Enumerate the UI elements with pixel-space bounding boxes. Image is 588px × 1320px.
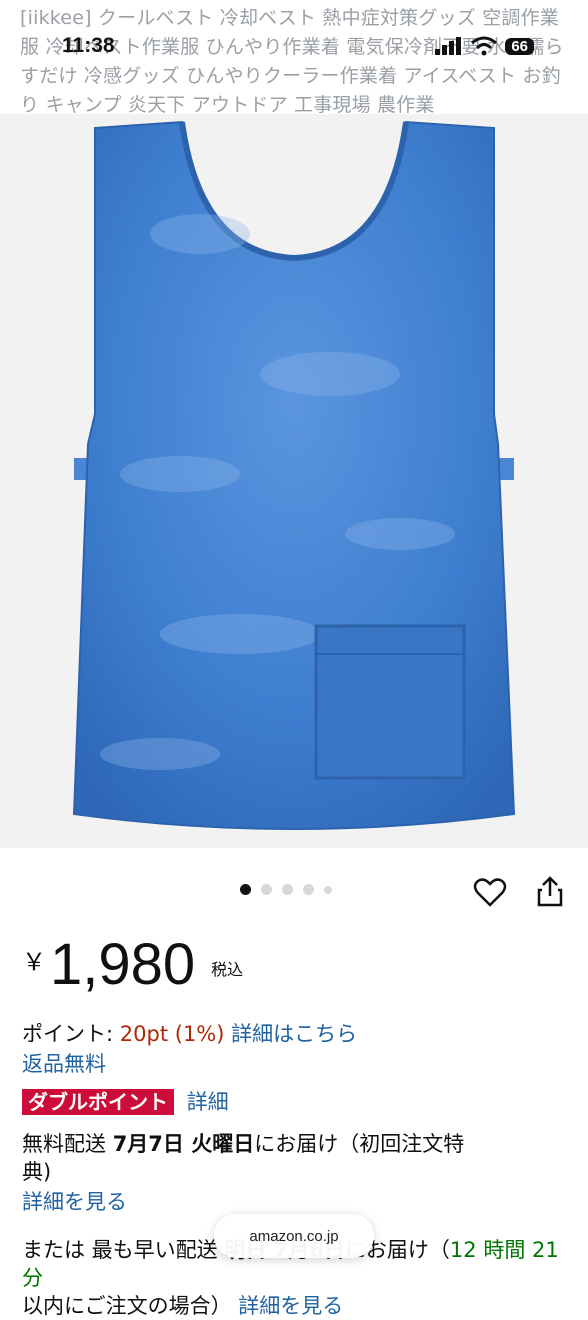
points-label: ポイント:: [22, 1022, 114, 1046]
fast-delivery-suffix-2: 以内にご注文の場合）: [22, 1294, 232, 1318]
fast-delivery-details-link[interactable]: 詳細を見る: [238, 1294, 343, 1318]
share-icon: [537, 876, 563, 907]
delivery-details-link[interactable]: 詳細を見る: [22, 1188, 127, 1216]
signal-icon: [435, 37, 462, 55]
image-pager[interactable]: [240, 884, 332, 895]
share-button[interactable]: [532, 874, 568, 910]
pager-dot[interactable]: [303, 884, 314, 895]
delivery-suffix: にお届け（初回注文特: [254, 1132, 465, 1156]
double-point-badge: ダブルポイント: [22, 1089, 174, 1115]
heart-icon: [473, 878, 507, 907]
points-percent: (1%): [174, 1022, 225, 1046]
free-returns-link[interactable]: 返品無料: [22, 1050, 106, 1078]
tax-label: 税込: [211, 960, 244, 979]
currency-symbol: ￥: [22, 948, 46, 976]
points-row: ポイント: 20pt (1%) 詳細はこちら: [22, 1020, 357, 1048]
delivery-prefix: 無料配送: [22, 1132, 106, 1156]
fast-delivery-prefix: または 最も早い配送: [22, 1238, 218, 1262]
double-point-row: ダブルポイント 詳細: [22, 1088, 229, 1116]
double-point-details-link[interactable]: 詳細: [187, 1090, 229, 1114]
cooling-vest-image: [72, 120, 516, 830]
delivery-date: 7月7日 火曜日: [112, 1132, 255, 1156]
points-value: 20pt: [119, 1022, 169, 1046]
pager-dot[interactable]: [282, 884, 293, 895]
price-amount: 1,980: [50, 932, 196, 997]
wishlist-button[interactable]: [472, 874, 508, 910]
wifi-icon: [471, 36, 498, 56]
status-time: 11:38: [62, 34, 115, 57]
pager-dot[interactable]: [261, 884, 272, 895]
delivery-info: 無料配送 7月7日 火曜日にお届け（初回注文特 典): [22, 1130, 566, 1186]
points-details-link[interactable]: 詳細はこちら: [231, 1022, 357, 1046]
browser-url-bar[interactable]: amazon.co.jp: [214, 1214, 374, 1258]
product-image[interactable]: [0, 114, 588, 848]
delivery-suffix-2: 典): [22, 1160, 52, 1184]
price-block: ￥ 1,980 税込: [22, 930, 243, 1000]
product-title: [iikkee] クールベスト 冷却ベスト 熱中症対策グッズ 空調作業服 冷却ベ…: [20, 7, 564, 116]
status-indicators: 66: [435, 36, 534, 56]
pager-dot[interactable]: [324, 885, 332, 894]
pager-dot[interactable]: [240, 884, 251, 895]
battery-indicator: 66: [505, 37, 534, 55]
